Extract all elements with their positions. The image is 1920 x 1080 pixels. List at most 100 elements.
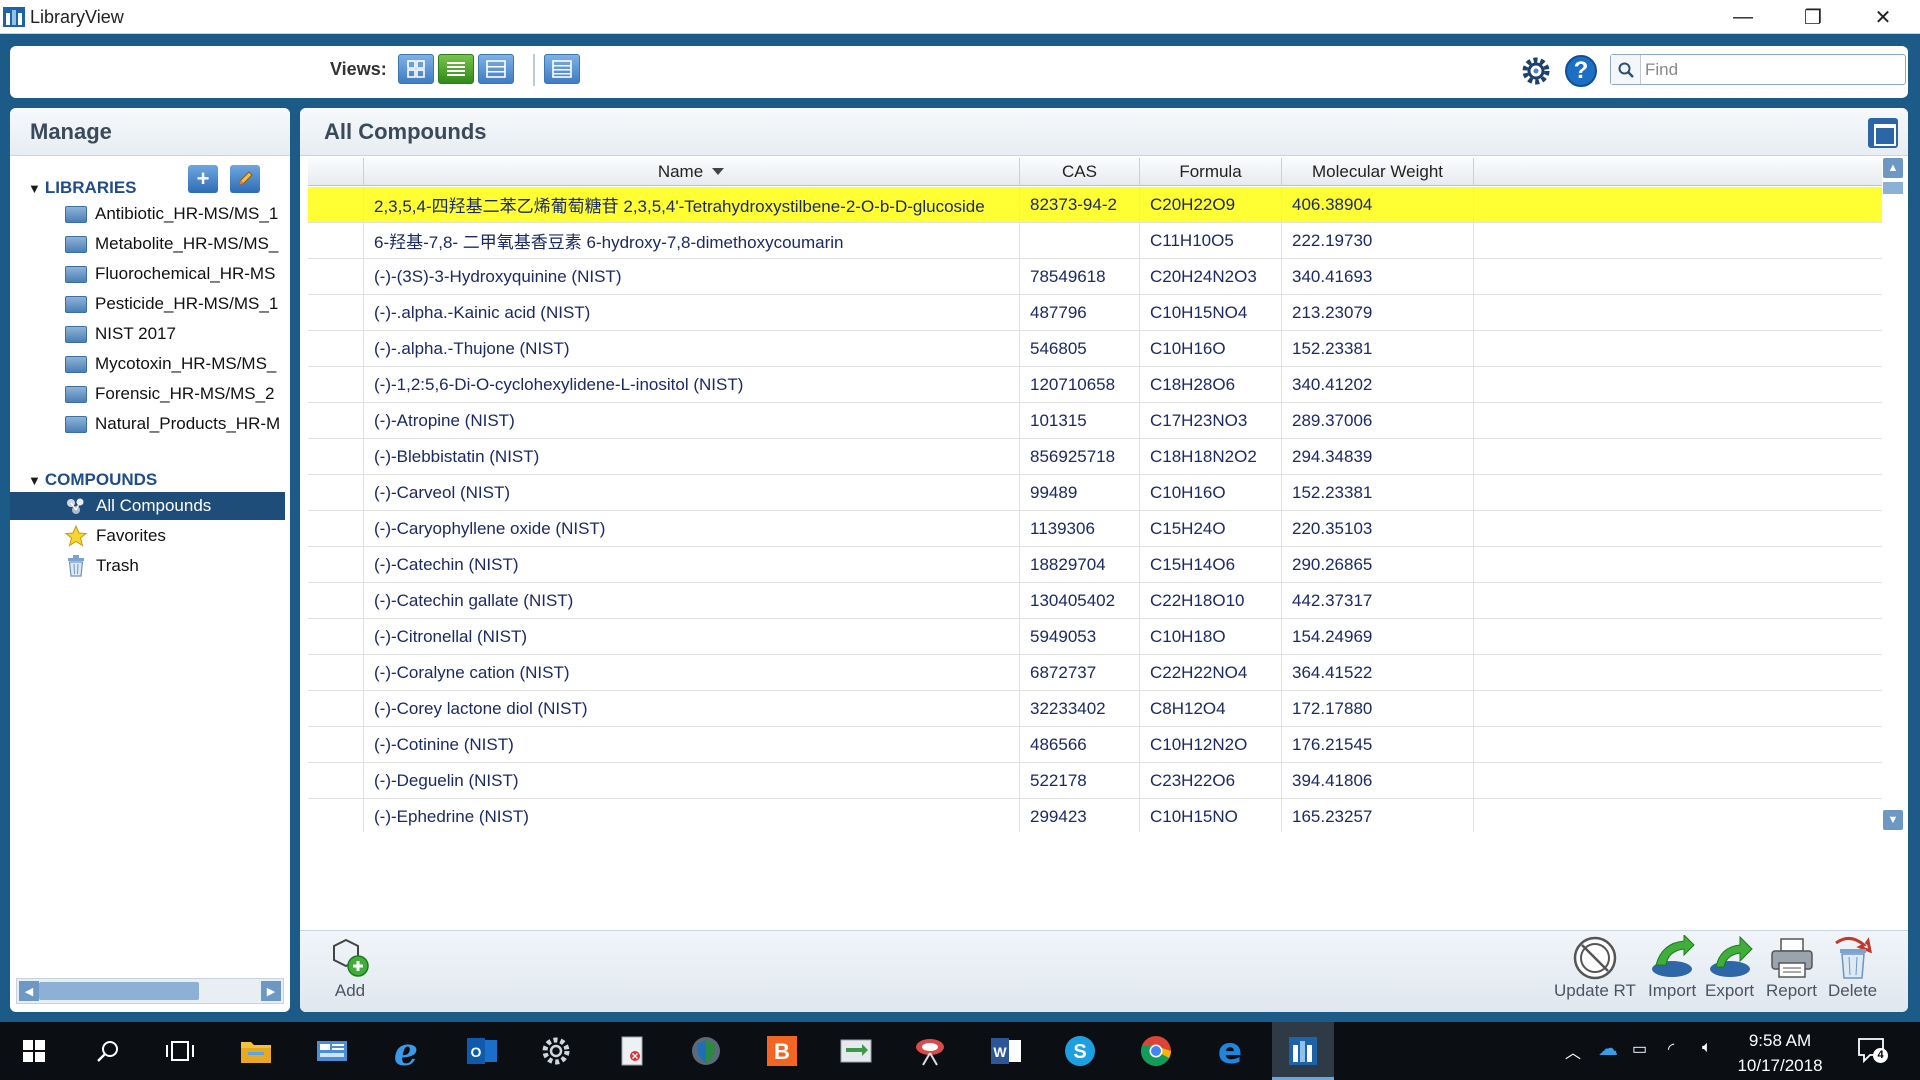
- row-header-cell[interactable]: [308, 331, 364, 366]
- table-row[interactable]: (-)-Carveol (NIST) 99489 C10H16O 152.23381: [308, 475, 1882, 511]
- maximize-panel-button[interactable]: [1868, 118, 1898, 148]
- export-button[interactable]: Export: [1705, 935, 1754, 1001]
- table-row[interactable]: (-)-.alpha.-Kainic acid (NIST) 487796 C10H…: [308, 295, 1882, 331]
- add-library-button[interactable]: +: [188, 165, 218, 193]
- library-item[interactable]: Metabolite_HR-MS/MS_: [10, 230, 285, 258]
- search-icon[interactable]: [1611, 55, 1641, 84]
- table-row[interactable]: 6-羟基-7,8- 二甲氧基香豆素 6-hydroxy-7,8-dimethox…: [308, 223, 1882, 259]
- wifi-icon[interactable]: ◜: [1668, 1039, 1674, 1059]
- battery-icon[interactable]: ▭: [1632, 1039, 1647, 1059]
- close-button[interactable]: ✕: [1860, 2, 1906, 32]
- control-panel-icon[interactable]: [312, 1031, 352, 1071]
- row-header-cell[interactable]: [308, 799, 364, 832]
- table-vertical-scrollbar[interactable]: ▲ ▼: [1882, 158, 1904, 832]
- table-row[interactable]: (-)-.alpha.-Thujone (NIST) 546805 C10H16O 1…: [308, 331, 1882, 367]
- library-item[interactable]: Mycotoxin_HR-MS/MS_: [10, 350, 285, 378]
- row-header-cell[interactable]: [308, 691, 364, 726]
- settings-gear-icon[interactable]: [1518, 53, 1554, 89]
- table-row[interactable]: 2,3,5,4-四羟基二苯乙烯葡萄糖苷 2,3,5,4'-Tetrahydrox…: [308, 187, 1882, 223]
- row-header-cell[interactable]: [308, 259, 364, 294]
- import-button[interactable]: Import: [1648, 935, 1696, 1001]
- library-item[interactable]: Antibiotic_HR-MS/MS_1: [10, 200, 285, 228]
- library-item[interactable]: Forensic_HR-MS/MS_2: [10, 380, 285, 408]
- nav-all-compounds[interactable]: All Compounds: [10, 492, 285, 520]
- row-header-cell[interactable]: [308, 511, 364, 546]
- libraryview-taskbar-icon[interactable]: [1272, 1022, 1334, 1080]
- table-row[interactable]: (-)-Citronellal (NIST) 5949053 C10H18O 154.…: [308, 619, 1882, 655]
- document-app-icon[interactable]: [612, 1031, 652, 1071]
- row-header-cell[interactable]: [308, 583, 364, 618]
- report-button[interactable]: Report: [1766, 935, 1817, 1001]
- library-item[interactable]: Fluorochemical_HR-MS: [10, 260, 285, 288]
- task-view-icon[interactable]: [160, 1031, 200, 1071]
- update-rt-button[interactable]: Update RT: [1554, 935, 1636, 1001]
- row-header-cell[interactable]: [308, 223, 364, 258]
- column-header-cas[interactable]: CAS: [1020, 158, 1140, 186]
- chrome-icon[interactable]: [1136, 1031, 1176, 1071]
- row-header-cell[interactable]: [308, 403, 364, 438]
- list-view-button[interactable]: [438, 54, 474, 84]
- table-view-button[interactable]: [544, 54, 580, 84]
- libraries-section-toggle[interactable]: ▼ LIBRARIES: [28, 178, 137, 198]
- edit-library-button[interactable]: [230, 165, 260, 193]
- table-row[interactable]: (-)-Caryophyllene oxide (NIST) 1139306 C15…: [308, 511, 1882, 547]
- table-row[interactable]: (-)-Ephedrine (NIST) 299423 C10H15NO 165.23…: [308, 799, 1882, 832]
- row-header-cell[interactable]: [308, 727, 364, 762]
- settings-taskbar-icon[interactable]: [536, 1031, 576, 1071]
- internet-explorer-icon[interactable]: e: [386, 1029, 426, 1074]
- left-horizontal-scrollbar[interactable]: ◀ ▶: [16, 978, 284, 1004]
- row-header-cell[interactable]: [308, 439, 364, 474]
- edge-icon[interactable]: e: [1210, 1031, 1250, 1072]
- column-header-formula[interactable]: Formula: [1140, 158, 1282, 186]
- library-item[interactable]: Natural_Products_HR-M: [10, 410, 285, 438]
- row-header-cell[interactable]: [308, 619, 364, 654]
- column-header-name[interactable]: Name: [364, 158, 1020, 186]
- help-icon[interactable]: ?: [1565, 55, 1597, 87]
- table-row[interactable]: (-)-(3S)-3-Hydroxyquinine (NIST) 78549618…: [308, 259, 1882, 295]
- scrollbar-thumb[interactable]: [1883, 182, 1903, 194]
- onedrive-cloud-icon[interactable]: ☁: [1598, 1036, 1618, 1061]
- scroll-left-icon[interactable]: ◀: [19, 981, 39, 1001]
- grid-view-button[interactable]: [398, 54, 434, 84]
- table-row[interactable]: (-)-Catechin (NIST) 18829704 C15H14O6 290.2…: [308, 547, 1882, 583]
- security-shield-icon[interactable]: [686, 1031, 726, 1071]
- library-item[interactable]: NIST 2017: [10, 320, 285, 348]
- file-explorer-icon[interactable]: [236, 1031, 276, 1071]
- detail-view-button[interactable]: [478, 54, 514, 84]
- word-icon[interactable]: W: [986, 1031, 1026, 1071]
- nav-favorites[interactable]: Favorites: [10, 522, 285, 550]
- table-row[interactable]: (-)-Deguelin (NIST) 522178 C23H22O6 394.418…: [308, 763, 1882, 799]
- outlook-icon[interactable]: O: [462, 1031, 502, 1071]
- row-header-cell[interactable]: [308, 655, 364, 690]
- show-hidden-icons-icon[interactable]: ︿: [1565, 1039, 1581, 1063]
- scroll-down-icon[interactable]: ▼: [1883, 810, 1903, 830]
- row-header-cell[interactable]: [308, 763, 364, 798]
- restore-button[interactable]: ❐: [1790, 2, 1836, 32]
- delete-button[interactable]: Delete: [1828, 935, 1877, 1001]
- scrollbar-thumb[interactable]: [39, 982, 199, 1000]
- add-button[interactable]: Add: [326, 935, 374, 1001]
- skype-icon[interactable]: S: [1060, 1031, 1100, 1071]
- row-header-cell[interactable]: [308, 475, 364, 510]
- row-header-cell[interactable]: [308, 547, 364, 582]
- table-row[interactable]: (-)-Blebbistatin (NIST) 856925718 C18H18N2…: [308, 439, 1882, 475]
- table-row[interactable]: (-)-Atropine (NIST) 101315 C17H23NO3 289.37…: [308, 403, 1882, 439]
- minimize-button[interactable]: —: [1720, 2, 1766, 32]
- search-input[interactable]: [1645, 58, 1899, 81]
- transfer-app-icon[interactable]: [836, 1031, 876, 1071]
- table-row[interactable]: (-)-Corey lactone diol (NIST) 32233402 C8H…: [308, 691, 1882, 727]
- table-row[interactable]: (-)-Cotinine (NIST) 486566 C10H12N2O 176.21…: [308, 727, 1882, 763]
- notifications-icon[interactable]: 4: [1856, 1035, 1888, 1065]
- table-row[interactable]: (-)-1,2:5,6-Di-O-cyclohexylidene-L-inosi…: [308, 367, 1882, 403]
- scroll-up-icon[interactable]: ▲: [1883, 158, 1903, 178]
- scroll-right-icon[interactable]: ▶: [261, 981, 281, 1001]
- column-header-mw[interactable]: Molecular Weight: [1282, 158, 1474, 186]
- volume-icon[interactable]: 🔈︎: [1702, 1039, 1712, 1057]
- brave-b-icon[interactable]: B: [762, 1031, 802, 1071]
- table-row[interactable]: (-)-Catechin gallate (NIST) 130405402 C22H…: [308, 583, 1882, 619]
- row-header-cell[interactable]: [308, 187, 364, 222]
- nav-trash[interactable]: Trash: [10, 552, 285, 580]
- search-taskbar-icon[interactable]: [88, 1031, 128, 1071]
- row-header-cell[interactable]: [308, 295, 364, 330]
- molecule-app-icon[interactable]: [910, 1031, 950, 1071]
